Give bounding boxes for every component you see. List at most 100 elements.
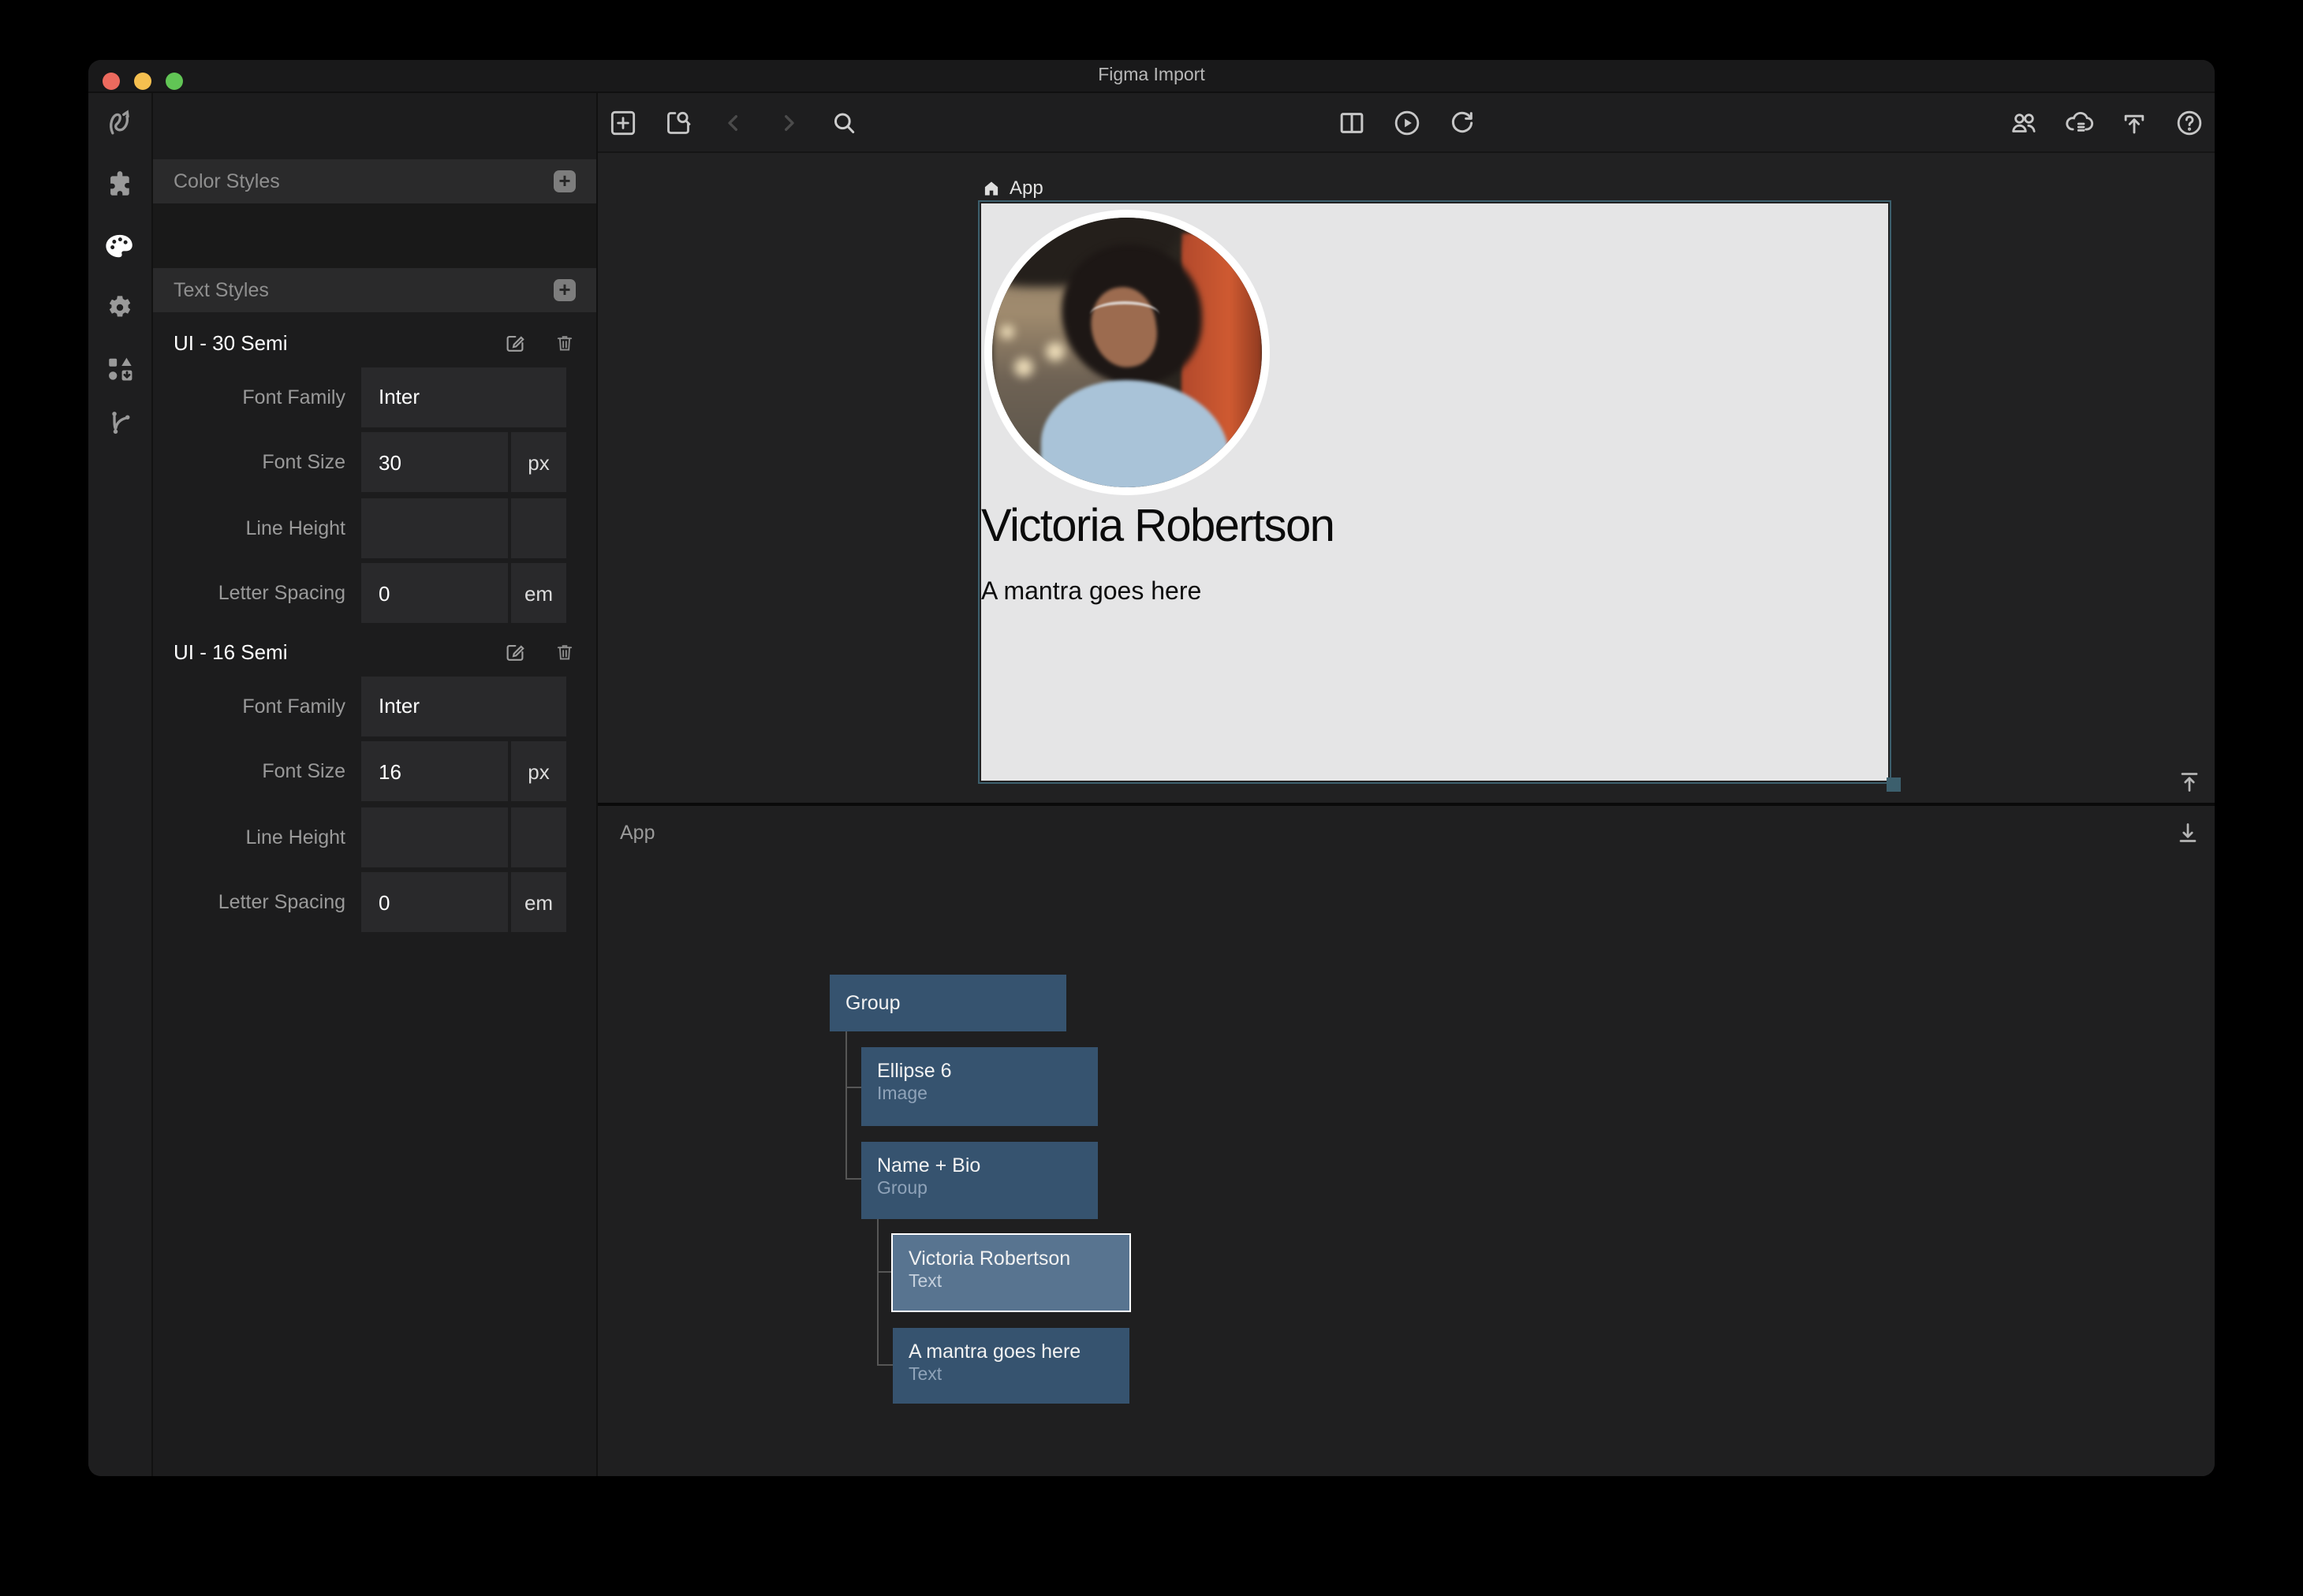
font-family-row: Font Family Inter bbox=[153, 676, 596, 736]
titlebar: Figma Import bbox=[88, 60, 2215, 93]
color-styles-header: Color Styles + bbox=[153, 159, 596, 203]
app-frame[interactable]: Victoria Robertson A mantra goes here bbox=[981, 203, 1888, 781]
node-type: Text bbox=[909, 1270, 1114, 1292]
letter-spacing-row: Letter Spacing 0 em bbox=[153, 872, 596, 932]
font-size-row: Font Size 30 px bbox=[153, 432, 596, 492]
selection-resize-handle[interactable] bbox=[1886, 777, 1900, 792]
color-styles-title: Color Styles bbox=[174, 170, 554, 192]
node-label: Victoria Robertson bbox=[909, 1245, 1114, 1270]
node-label: Group bbox=[845, 990, 901, 1016]
letter-spacing-unit[interactable]: em bbox=[511, 563, 566, 623]
node-label: Ellipse 6 bbox=[877, 1058, 1082, 1083]
font-family-label: Font Family bbox=[153, 386, 361, 408]
text-style-name: UI - 16 Semi bbox=[174, 640, 503, 664]
font-family-row: Font Family Inter bbox=[153, 367, 596, 427]
scroll-to-top-icon[interactable] bbox=[2175, 768, 2204, 796]
play-icon[interactable] bbox=[1391, 106, 1423, 138]
letter-spacing-field[interactable]: 0 bbox=[361, 563, 508, 623]
add-frame-icon[interactable] bbox=[607, 106, 639, 138]
tree-root-label: App bbox=[620, 822, 655, 844]
home-icon bbox=[981, 177, 1002, 198]
breadcrumb[interactable]: App bbox=[981, 177, 1043, 199]
line-height-unit[interactable] bbox=[511, 498, 566, 557]
font-size-field[interactable]: 16 bbox=[361, 741, 508, 801]
tree-connector bbox=[877, 1364, 893, 1366]
font-family-field[interactable]: Inter bbox=[361, 676, 566, 736]
line-height-label: Line Height bbox=[153, 826, 361, 848]
line-height-field[interactable] bbox=[361, 498, 508, 557]
line-height-row: Line Height bbox=[153, 498, 596, 557]
node-tree-panel[interactable]: App Group Ellipse 6 bbox=[598, 803, 2215, 1476]
edit-style-icon[interactable] bbox=[503, 640, 527, 664]
app-window: Figma Import bbox=[88, 60, 2215, 1476]
tool-rail bbox=[88, 93, 153, 1476]
text-styles-title: Text Styles bbox=[174, 279, 554, 301]
screenshot-root: Figma Import bbox=[0, 0, 2303, 1596]
breadcrumb-label: App bbox=[1010, 177, 1043, 199]
settings-gear-icon[interactable] bbox=[103, 290, 137, 325]
toolbar bbox=[598, 93, 2215, 153]
tree-connector bbox=[845, 1031, 847, 1180]
tree-connector bbox=[877, 1271, 891, 1273]
window-title: Figma Import bbox=[88, 60, 2215, 91]
forward-chevron-icon[interactable] bbox=[773, 106, 804, 138]
font-size-unit[interactable]: px bbox=[511, 741, 566, 801]
font-size-row: Font Size 16 px bbox=[153, 741, 596, 801]
canvas-area[interactable]: App Victoria Robertson A mantra goes her… bbox=[598, 153, 2215, 803]
node-label: Name + Bio bbox=[877, 1152, 1082, 1177]
font-family-field[interactable]: Inter bbox=[361, 367, 566, 427]
scroll-to-bottom-icon[interactable] bbox=[2174, 819, 2202, 847]
letter-spacing-label: Letter Spacing bbox=[153, 891, 361, 913]
tree-connector bbox=[877, 1219, 879, 1366]
letter-spacing-unit[interactable]: em bbox=[511, 872, 566, 932]
letter-spacing-field[interactable]: 0 bbox=[361, 872, 508, 932]
profile-name-text: Victoria Robertson bbox=[981, 502, 1407, 554]
tree-node-name-bio[interactable]: Name + Bio Group bbox=[861, 1141, 1098, 1218]
version-branch-icon[interactable] bbox=[103, 405, 137, 439]
help-icon[interactable] bbox=[2174, 106, 2205, 138]
line-height-label: Line Height bbox=[153, 516, 361, 539]
components-icon[interactable] bbox=[103, 351, 137, 386]
font-family-label: Font Family bbox=[153, 695, 361, 717]
split-columns-icon[interactable] bbox=[1336, 106, 1368, 138]
plugin-puzzle-icon[interactable] bbox=[103, 167, 137, 202]
text-style-name: UI - 30 Semi bbox=[174, 331, 503, 355]
import-search-icon[interactable] bbox=[663, 106, 694, 138]
line-height-field[interactable] bbox=[361, 807, 508, 867]
refresh-icon[interactable] bbox=[1446, 106, 1478, 138]
vector-tool-icon[interactable] bbox=[103, 106, 137, 140]
tree-node-victoria-selected[interactable]: Victoria Robertson Text bbox=[891, 1232, 1131, 1311]
node-type: Image bbox=[877, 1083, 1082, 1106]
text-style-row[interactable]: UI - 16 Semi bbox=[153, 629, 596, 675]
letter-spacing-row: Letter Spacing 0 em bbox=[153, 563, 596, 623]
line-height-row: Line Height bbox=[153, 807, 596, 867]
cloud-sync-icon[interactable] bbox=[2063, 106, 2095, 138]
tree-connector bbox=[845, 1178, 861, 1180]
line-height-unit[interactable] bbox=[511, 807, 566, 867]
add-color-style-button[interactable]: + bbox=[554, 170, 576, 192]
text-styles-header: Text Styles + bbox=[153, 268, 596, 312]
search-icon[interactable] bbox=[828, 106, 860, 138]
delete-style-icon[interactable] bbox=[554, 640, 576, 664]
delete-style-icon[interactable] bbox=[554, 331, 576, 355]
add-text-style-button[interactable]: + bbox=[554, 279, 576, 301]
styles-panel: Color Styles + Text Styles + UI - 30 Sem… bbox=[153, 93, 598, 1476]
edit-style-icon[interactable] bbox=[503, 331, 527, 355]
back-chevron-icon[interactable] bbox=[718, 106, 749, 138]
users-icon[interactable] bbox=[2008, 106, 2040, 138]
font-size-label: Font Size bbox=[153, 451, 361, 473]
tree-node-mantra[interactable]: A mantra goes here Text bbox=[893, 1327, 1129, 1403]
tree-connector bbox=[845, 1087, 861, 1088]
profile-mantra-text: A mantra goes here bbox=[981, 579, 1407, 607]
upload-tray-icon[interactable] bbox=[2118, 106, 2150, 138]
font-size-label: Font Size bbox=[153, 760, 361, 782]
font-size-field[interactable]: 30 bbox=[361, 432, 508, 492]
styles-palette-icon[interactable] bbox=[103, 229, 137, 263]
color-styles-empty-area bbox=[153, 203, 596, 268]
text-style-row[interactable]: UI - 30 Semi bbox=[153, 320, 596, 366]
tree-node-ellipse[interactable]: Ellipse 6 Image bbox=[861, 1047, 1098, 1126]
tree-node-group[interactable]: Group bbox=[830, 975, 1066, 1031]
node-label: A mantra goes here bbox=[909, 1338, 1114, 1363]
avatar-photo bbox=[984, 210, 1270, 495]
font-size-unit[interactable]: px bbox=[511, 432, 566, 492]
